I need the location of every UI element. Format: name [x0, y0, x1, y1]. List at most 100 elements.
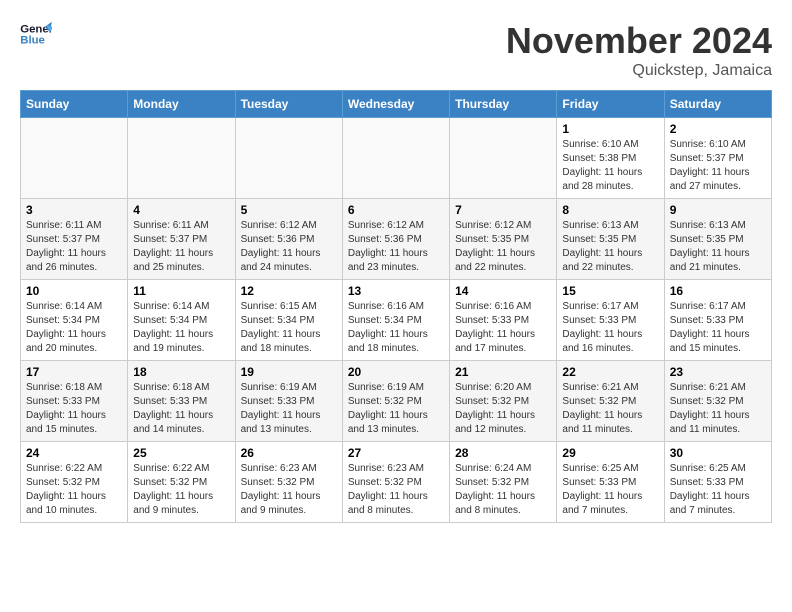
day-info: Sunrise: 6:23 AM Sunset: 5:32 PM Dayligh…: [348, 462, 444, 518]
calendar-cell: 12Sunrise: 6:15 AM Sunset: 5:34 PM Dayli…: [235, 280, 342, 361]
day-info: Sunrise: 6:25 AM Sunset: 5:33 PM Dayligh…: [670, 462, 766, 518]
calendar-cell: 2 Sunrise: 6:10 AM Sunset: 5:37 PM Daylig…: [664, 118, 771, 199]
day-info: Sunrise: 6:19 AM Sunset: 5:32 PM Dayligh…: [348, 381, 444, 437]
calendar-cell: [342, 118, 449, 199]
calendar-cell: 22 Sunrise: 6:21 AM Sunset: 5:32 PM Dayli…: [557, 361, 664, 442]
day-number: 14: [455, 284, 551, 298]
calendar-cell: 26 Sunrise: 6:23 AM Sunset: 5:32 PM Dayli…: [235, 442, 342, 523]
day-info: Sunrise: 6:12 AM Sunset: 5:36 PM Dayligh…: [241, 219, 337, 275]
calendar-cell: 27 Sunrise: 6:23 AM Sunset: 5:32 PM Dayli…: [342, 442, 449, 523]
day-info: Sunrise: 6:24 AM Sunset: 5:32 PM Dayligh…: [455, 462, 551, 518]
calendar-cell: 23Sunrise: 6:21 AM Sunset: 5:32 PM Dayli…: [664, 361, 771, 442]
calendar-cell: 16 Sunrise: 6:17 AM Sunset: 5:33 PM Dayli…: [664, 280, 771, 361]
calendar-cell: 6 Sunrise: 6:12 AM Sunset: 5:36 PM Daylig…: [342, 199, 449, 280]
day-info: Sunrise: 6:14 AM Sunset: 5:34 PM Dayligh…: [133, 300, 229, 356]
day-number: 3: [26, 203, 122, 217]
week-row-5: 24 Sunrise: 6:22 AM Sunset: 5:32 PM Dayli…: [21, 442, 772, 523]
day-number: 13: [348, 284, 444, 298]
day-number: 8: [562, 203, 658, 217]
day-info: Sunrise: 6:16 AM Sunset: 5:33 PM Dayligh…: [455, 300, 551, 356]
day-info: Sunrise: 6:10 AM Sunset: 5:37 PM Dayligh…: [670, 138, 766, 194]
calendar-cell: 13 Sunrise: 6:16 AM Sunset: 5:34 PM Dayli…: [342, 280, 449, 361]
day-number: 16: [670, 284, 766, 298]
day-number: 22: [562, 365, 658, 379]
day-number: 21: [455, 365, 551, 379]
day-info: Sunrise: 6:10 AM Sunset: 5:38 PM Dayligh…: [562, 138, 658, 194]
calendar-cell: 14 Sunrise: 6:16 AM Sunset: 5:33 PM Dayli…: [450, 280, 557, 361]
calendar-cell: 24 Sunrise: 6:22 AM Sunset: 5:32 PM Dayli…: [21, 442, 128, 523]
day-number: 19: [241, 365, 337, 379]
day-number: 20: [348, 365, 444, 379]
week-row-4: 17 Sunrise: 6:18 AM Sunset: 5:33 PM Dayli…: [21, 361, 772, 442]
calendar-cell: 25Sunrise: 6:22 AM Sunset: 5:32 PM Dayli…: [128, 442, 235, 523]
day-number: 15: [562, 284, 658, 298]
calendar-cell: 30 Sunrise: 6:25 AM Sunset: 5:33 PM Dayli…: [664, 442, 771, 523]
calendar-cell: 18 Sunrise: 6:18 AM Sunset: 5:33 PM Dayli…: [128, 361, 235, 442]
day-info: Sunrise: 6:14 AM Sunset: 5:34 PM Dayligh…: [26, 300, 122, 356]
day-info: Sunrise: 6:17 AM Sunset: 5:33 PM Dayligh…: [562, 300, 658, 356]
day-number: 9: [670, 203, 766, 217]
calendar-cell: 1 Sunrise: 6:10 AM Sunset: 5:38 PM Daylig…: [557, 118, 664, 199]
day-info: Sunrise: 6:20 AM Sunset: 5:32 PM Dayligh…: [455, 381, 551, 437]
day-number: 12: [241, 284, 337, 298]
day-number: 26: [241, 446, 337, 460]
header-thursday: Thursday: [450, 91, 557, 118]
calendar-cell: 19 Sunrise: 6:19 AM Sunset: 5:33 PM Dayli…: [235, 361, 342, 442]
day-info: Sunrise: 6:18 AM Sunset: 5:33 PM Dayligh…: [133, 381, 229, 437]
day-number: 30: [670, 446, 766, 460]
header-monday: Monday: [128, 91, 235, 118]
calendar-header-row: SundayMondayTuesdayWednesdayThursdayFrid…: [21, 91, 772, 118]
calendar-cell: 15 Sunrise: 6:17 AM Sunset: 5:33 PM Dayli…: [557, 280, 664, 361]
day-info: Sunrise: 6:18 AM Sunset: 5:33 PM Dayligh…: [26, 381, 122, 437]
day-number: 10: [26, 284, 122, 298]
day-number: 1: [562, 122, 658, 136]
calendar-cell: 4 Sunrise: 6:11 AM Sunset: 5:37 PM Daylig…: [128, 199, 235, 280]
calendar-cell: [21, 118, 128, 199]
calendar-cell: [450, 118, 557, 199]
header-wednesday: Wednesday: [342, 91, 449, 118]
day-info: Sunrise: 6:17 AM Sunset: 5:33 PM Dayligh…: [670, 300, 766, 356]
day-number: 18: [133, 365, 229, 379]
day-info: Sunrise: 6:11 AM Sunset: 5:37 PM Dayligh…: [133, 219, 229, 275]
day-info: Sunrise: 6:12 AM Sunset: 5:36 PM Dayligh…: [348, 219, 444, 275]
calendar-cell: 21 Sunrise: 6:20 AM Sunset: 5:32 PM Dayli…: [450, 361, 557, 442]
header-friday: Friday: [557, 91, 664, 118]
calendar-cell: 3 Sunrise: 6:11 AM Sunset: 5:37 PM Daylig…: [21, 199, 128, 280]
day-number: 7: [455, 203, 551, 217]
page-header: General Blue November 2024 Quickstep, Ja…: [20, 20, 772, 80]
day-number: 24: [26, 446, 122, 460]
day-info: Sunrise: 6:16 AM Sunset: 5:34 PM Dayligh…: [348, 300, 444, 356]
day-info: Sunrise: 6:22 AM Sunset: 5:32 PM Dayligh…: [133, 462, 229, 518]
day-number: 17: [26, 365, 122, 379]
day-number: 29: [562, 446, 658, 460]
calendar-cell: 9 Sunrise: 6:13 AM Sunset: 5:35 PM Daylig…: [664, 199, 771, 280]
calendar-cell: 11 Sunrise: 6:14 AM Sunset: 5:34 PM Dayli…: [128, 280, 235, 361]
logo-icon: General Blue: [20, 20, 52, 48]
calendar-cell: 5 Sunrise: 6:12 AM Sunset: 5:36 PM Daylig…: [235, 199, 342, 280]
day-info: Sunrise: 6:21 AM Sunset: 5:32 PM Dayligh…: [562, 381, 658, 437]
location-subtitle: Quickstep, Jamaica: [506, 62, 772, 80]
calendar-cell: 29Sunrise: 6:25 AM Sunset: 5:33 PM Dayli…: [557, 442, 664, 523]
week-row-3: 10 Sunrise: 6:14 AM Sunset: 5:34 PM Dayli…: [21, 280, 772, 361]
day-number: 6: [348, 203, 444, 217]
month-title: November 2024: [506, 20, 772, 62]
header-tuesday: Tuesday: [235, 91, 342, 118]
svg-text:Blue: Blue: [20, 35, 45, 47]
day-number: 2: [670, 122, 766, 136]
day-number: 5: [241, 203, 337, 217]
day-number: 23: [670, 365, 766, 379]
day-info: Sunrise: 6:22 AM Sunset: 5:32 PM Dayligh…: [26, 462, 122, 518]
day-info: Sunrise: 6:13 AM Sunset: 5:35 PM Dayligh…: [562, 219, 658, 275]
day-info: Sunrise: 6:11 AM Sunset: 5:37 PM Dayligh…: [26, 219, 122, 275]
day-info: Sunrise: 6:13 AM Sunset: 5:35 PM Dayligh…: [670, 219, 766, 275]
day-info: Sunrise: 6:23 AM Sunset: 5:32 PM Dayligh…: [241, 462, 337, 518]
day-number: 11: [133, 284, 229, 298]
day-number: 27: [348, 446, 444, 460]
week-row-1: 1 Sunrise: 6:10 AM Sunset: 5:38 PM Daylig…: [21, 118, 772, 199]
title-block: November 2024 Quickstep, Jamaica: [506, 20, 772, 80]
day-number: 4: [133, 203, 229, 217]
day-info: Sunrise: 6:19 AM Sunset: 5:33 PM Dayligh…: [241, 381, 337, 437]
day-number: 28: [455, 446, 551, 460]
day-info: Sunrise: 6:12 AM Sunset: 5:35 PM Dayligh…: [455, 219, 551, 275]
calendar-cell: 28 Sunrise: 6:24 AM Sunset: 5:32 PM Dayli…: [450, 442, 557, 523]
